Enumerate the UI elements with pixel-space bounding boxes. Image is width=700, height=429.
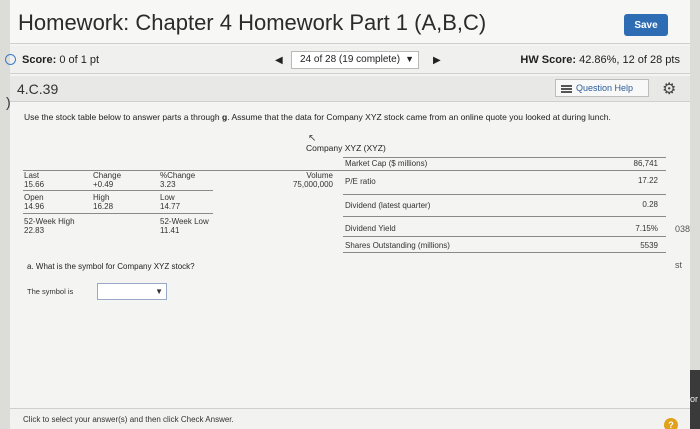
pct-change-value: 3.23 (160, 180, 176, 189)
table-row-line (343, 216, 666, 217)
left-edge-fragment: ) (6, 94, 11, 110)
background-fragment: 038 (675, 224, 691, 234)
page-title: Homework: Chapter 4 Homework Part 1 (A,B… (18, 10, 487, 35)
hw-score-label: HW Score: (520, 54, 577, 66)
instructions-part2: . Assume that the data for Company XYZ s… (227, 112, 611, 122)
week52-high-label: 52-Week High (24, 217, 75, 226)
volume-value: 75,000,000 (292, 180, 333, 189)
right-row-label: Market Cap ($ millions) (345, 159, 428, 168)
hw-score-value: 42.86%, 12 of 28 pts (579, 54, 680, 66)
right-row-label: P/E ratio (345, 177, 376, 186)
table-row-line (23, 190, 213, 191)
score-value: 0 of 1 pt (59, 54, 100, 66)
right-row-value: 86,741 (633, 159, 658, 168)
question-bar: 4.C.39 Question Help ⚙ (10, 76, 690, 102)
last-value: 15.66 (24, 180, 45, 189)
low-value: 14.77 (160, 202, 181, 211)
company-name: Company XYZ (XYZ) (306, 143, 386, 153)
chevron-down-icon: ▼ (405, 54, 414, 64)
progress-text: 24 of 28 (19 complete) (300, 54, 401, 65)
week52-low-label: 52-Week Low (160, 217, 209, 226)
hw-score: HW Score: 42.86%, 12 of 28 pts (520, 54, 680, 66)
right-row-value: 5539 (640, 241, 658, 250)
footer-instruction: Click to select your answer(s) and then … (23, 415, 234, 424)
question-id: 4.C.39 (17, 81, 59, 97)
symbol-dropdown[interactable]: ▼ (97, 283, 167, 300)
question-progress-select[interactable]: 24 of 28 (19 complete) ▼ (291, 51, 419, 69)
previous-question-icon[interactable]: ◀ (275, 55, 283, 66)
table-row-line (343, 236, 666, 237)
open-label: Open (24, 193, 44, 202)
week52-high-value: 22.83 (24, 226, 45, 235)
footer: Click to select your answer(s) and then … (10, 408, 690, 429)
score-bar: Score: 0 of 1 pt ◀ 24 of 28 (19 complete… (5, 46, 690, 74)
volume-label: Volume (306, 171, 333, 180)
question-help-button[interactable]: Question Help (555, 79, 649, 97)
homework-window: Homework: Chapter 4 Homework Part 1 (A,B… (5, 0, 690, 429)
change-value: +0.49 (93, 180, 114, 189)
title-bar: Homework: Chapter 4 Homework Part 1 (A,B… (10, 0, 690, 44)
high-value: 16.28 (93, 202, 114, 211)
menu-icon (561, 85, 572, 93)
background-fragment: st (675, 260, 683, 270)
table-bottom-line (343, 252, 666, 253)
background-fragment: or (690, 394, 699, 404)
right-row-label: Dividend (latest quarter) (345, 201, 431, 210)
save-button[interactable]: Save (624, 14, 668, 36)
week52-low-value: 11.41 (160, 226, 180, 235)
right-row-value: 0.28 (642, 200, 658, 209)
score-label: Score: (22, 54, 57, 66)
right-row-value: 7.15% (635, 224, 658, 233)
help-icon[interactable]: ? (664, 418, 678, 429)
right-row-label: Dividend Yield (345, 224, 396, 233)
table-row-line (343, 170, 666, 171)
open-value: 14.96 (24, 202, 45, 211)
instructions-part1: Use the stock table below to answer part… (24, 112, 222, 122)
chevron-down-icon: ▼ (155, 287, 163, 296)
symbol-label: The symbol is (27, 287, 74, 296)
low-label: Low (160, 193, 175, 202)
table-row-line (343, 157, 666, 158)
table-row-line (23, 213, 213, 214)
last-label: Last (24, 171, 40, 180)
instructions: Use the stock table below to answer part… (24, 112, 664, 123)
table-row-line (343, 194, 666, 195)
right-row-label: Shares Outstanding (millions) (345, 241, 450, 250)
question-a: a. What is the symbol for Company XYZ st… (27, 262, 195, 271)
change-label: Change (93, 171, 122, 180)
right-row-value: 17.22 (637, 176, 658, 185)
pct-change-label: %Change (160, 171, 196, 180)
score: Score: 0 of 1 pt (22, 54, 99, 66)
high-label: High (93, 193, 110, 202)
gear-icon[interactable]: ⚙ (662, 79, 676, 99)
score-status-icon (5, 54, 16, 65)
next-question-icon[interactable]: ▶ (433, 55, 441, 66)
question-help-label: Question Help (576, 83, 634, 93)
